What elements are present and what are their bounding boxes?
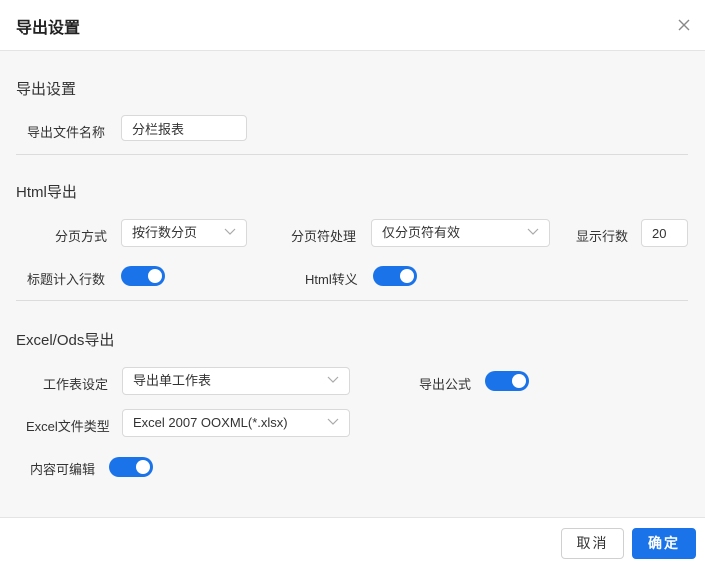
file-name-label: 导出文件名称 [27,125,106,140]
section-title-html: Html导出 [16,184,77,201]
rows-input[interactable] [641,219,688,247]
dialog-header: 导出设置 [0,0,705,51]
html-escape-label: Html转义 [305,272,358,287]
file-type-label: Excel文件类型 [26,419,110,434]
title-rows-toggle[interactable] [121,266,165,286]
cancel-button[interactable]: 取消 [561,528,624,559]
editable-toggle[interactable] [109,457,153,477]
chevron-down-icon [224,228,236,235]
sheet-select[interactable]: 导出单工作表 [122,367,350,395]
html-escape-toggle[interactable] [373,266,417,286]
toggle-knob [400,269,414,283]
page-break-label: 分页符处理 [291,229,357,244]
toggle-knob [148,269,162,283]
confirm-button[interactable]: 确定 [632,528,696,559]
page-break-select[interactable]: 仅分页符有效 [371,219,550,247]
paging-mode-value: 按行数分页 [132,225,198,240]
formula-label: 导出公式 [419,377,472,392]
dialog-body: 导出设置 导出文件名称 Html导出 分页方式 按行数分页 分页符处理 仅分页符… [0,51,705,517]
toggle-knob [512,374,526,388]
dialog-footer: 取消 确定 [0,517,705,566]
rows-label: 显示行数 [576,229,629,244]
export-settings-dialog: 导出设置 导出设置 导出文件名称 Html导出 分页方式 按行数分页 分页符处理… [0,0,705,566]
toggle-knob [136,460,150,474]
divider [16,154,688,155]
dialog-title: 导出设置 [16,20,81,37]
paging-mode-label: 分页方式 [55,229,108,244]
section-title-export: 导出设置 [16,81,77,98]
editable-label: 内容可编辑 [30,462,96,477]
file-type-value: Excel 2007 OOXML(*.xlsx) [133,415,288,430]
page-break-value: 仅分页符有效 [382,225,461,240]
chevron-down-icon [327,418,339,425]
formula-toggle[interactable] [485,371,529,391]
sheet-value: 导出单工作表 [133,373,212,388]
section-title-excel: Excel/Ods导出 [16,332,115,349]
chevron-down-icon [527,228,539,235]
divider [16,300,688,301]
title-rows-label: 标题计入行数 [27,272,106,287]
file-type-select[interactable]: Excel 2007 OOXML(*.xlsx) [122,409,350,437]
file-name-input[interactable] [121,115,247,141]
chevron-down-icon [327,376,339,383]
sheet-label: 工作表设定 [43,377,109,392]
paging-mode-select[interactable]: 按行数分页 [121,219,247,247]
close-icon[interactable] [676,17,692,33]
